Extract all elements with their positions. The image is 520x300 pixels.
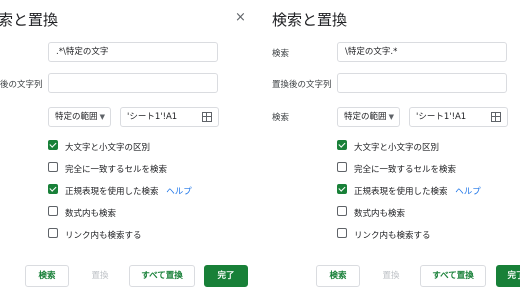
option-search-formulas[interactable]: 数式内も検索 (48, 206, 117, 219)
scope-select[interactable]: 特定の範囲 ▼ (337, 107, 400, 127)
find-label: 検索 (272, 49, 290, 59)
done-button[interactable]: 完了 (496, 265, 520, 287)
range-input[interactable]: 'シート1'!A1 (120, 107, 219, 127)
replace-input[interactable] (337, 73, 507, 93)
replace-button[interactable]: 置換 (78, 265, 122, 287)
help-link[interactable]: ヘルプ (455, 187, 481, 197)
checkbox[interactable] (337, 184, 347, 194)
checkbox[interactable] (48, 140, 58, 150)
done-button[interactable]: 完了 (204, 265, 248, 287)
find-replace-dialog-right: 検索と置換 検索 \特定の文字.* 置換後の文字列 検索 特定の範囲 ▼ 'シー… (272, 0, 520, 300)
checkbox[interactable] (48, 206, 58, 216)
range-value: 'シート1'!A1 (416, 112, 467, 122)
option-label: 正規表現を使用した検索 (65, 187, 159, 197)
checkbox[interactable] (337, 140, 347, 150)
scope-select[interactable]: 特定の範囲 ▼ (48, 107, 111, 127)
range-value: 'シート1'!A1 (127, 112, 178, 122)
close-icon[interactable]: × (235, 10, 246, 25)
find-input[interactable]: \特定の文字.* (337, 42, 507, 62)
find-replace-dialog-left: 検索と置換 × 検索 .*\特定の文字 置換後の文字列 検索 特定の範囲 ▼ '… (0, 0, 248, 300)
checkbox[interactable] (48, 184, 58, 194)
checkbox[interactable] (337, 162, 347, 172)
scope-select-value: 特定の範囲 (55, 112, 98, 122)
option-label: リンク内も検索する (65, 231, 142, 241)
option-match-entire-cell[interactable]: 完全に一致するセルを検索 (337, 162, 457, 175)
option-label: 数式内も検索 (65, 209, 117, 219)
option-label: 正規表現を使用した検索 (354, 187, 448, 197)
caret-down-icon: ▼ (388, 113, 394, 121)
range-input[interactable]: 'シート1'!A1 (409, 107, 508, 127)
dialog-title: 検索と置換 (272, 11, 348, 29)
help-link[interactable]: ヘルプ (166, 187, 192, 197)
grid-select-icon[interactable] (202, 112, 212, 122)
scope-select-value: 特定の範囲 (344, 112, 387, 122)
caret-down-icon: ▼ (99, 113, 105, 121)
option-search-formulas[interactable]: 数式内も検索 (337, 206, 406, 219)
option-label: 数式内も検索 (354, 209, 406, 219)
option-regex[interactable]: 正規表現を使用した検索 ヘルプ (48, 184, 192, 197)
option-match-case[interactable]: 大文字と小文字の区別 (337, 140, 440, 153)
checkbox[interactable] (48, 162, 58, 172)
option-regex[interactable]: 正規表現を使用した検索 ヘルプ (337, 184, 481, 197)
option-label: 大文字と小文字の区別 (65, 143, 151, 153)
option-label: 完全に一致するセルを検索 (354, 165, 457, 175)
replace-all-button[interactable]: すべて置換 (129, 265, 195, 287)
option-match-case[interactable]: 大文字と小文字の区別 (48, 140, 151, 153)
grid-select-icon[interactable] (491, 112, 501, 122)
option-match-entire-cell[interactable]: 完全に一致するセルを検索 (48, 162, 168, 175)
find-button[interactable]: 検索 (316, 265, 360, 287)
option-search-links[interactable]: リンク内も検索する (337, 228, 431, 241)
find-button[interactable]: 検索 (25, 265, 69, 287)
dialog-title: 検索と置換 (0, 11, 59, 29)
option-label: リンク内も検索する (354, 231, 431, 241)
option-search-links[interactable]: リンク内も検索する (48, 228, 142, 241)
checkbox[interactable] (48, 228, 58, 238)
checkbox[interactable] (337, 228, 347, 238)
checkbox[interactable] (337, 206, 347, 216)
replace-all-button[interactable]: すべて置換 (420, 265, 486, 287)
replace-label: 置換後の文字列 (0, 80, 43, 90)
replace-button[interactable]: 置換 (369, 265, 413, 287)
find-input[interactable]: .*\特定の文字 (48, 42, 218, 62)
search-scope-label: 検索 (272, 113, 290, 123)
option-label: 大文字と小文字の区別 (354, 143, 440, 153)
replace-input[interactable] (48, 73, 218, 93)
replace-label: 置換後の文字列 (272, 80, 332, 90)
option-label: 完全に一致するセルを検索 (65, 165, 168, 175)
